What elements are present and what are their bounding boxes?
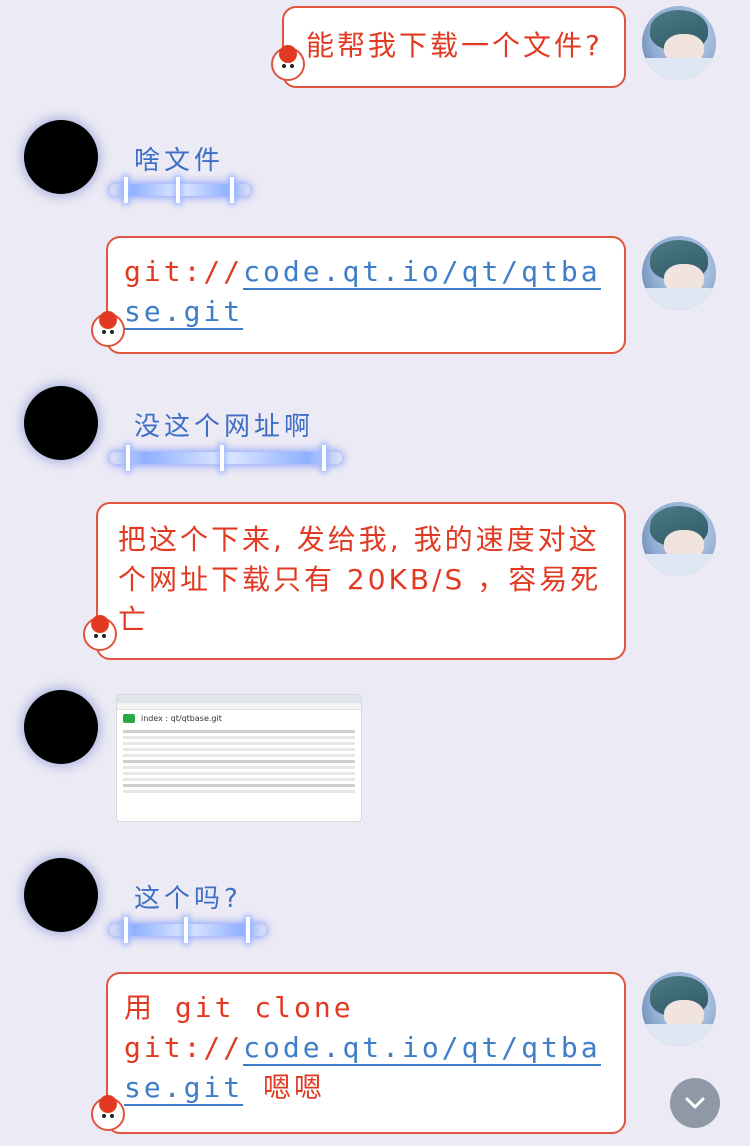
address-bar: [117, 703, 361, 710]
image-row: [123, 730, 355, 733]
contact-avatar[interactable]: [24, 386, 98, 460]
sparkle-underline: [110, 445, 342, 471]
contact-avatar[interactable]: [24, 858, 98, 932]
message-suffix: 嗯嗯: [243, 1071, 326, 1104]
chevron-down-icon: [685, 1097, 705, 1109]
message-line: git://code.qt.io/qt/qtbase.git 嗯嗯: [124, 1028, 614, 1108]
git-prefix: git://: [124, 1031, 244, 1064]
image-title: index : qt/qtbase.git: [141, 714, 222, 723]
message-text-3: git://code.qt.io/qt/qtbase.git: [124, 252, 614, 332]
message-text-4: 没这个网址啊: [134, 412, 315, 442]
message-text-7: 这个吗?: [134, 884, 242, 914]
message-bubble-3[interactable]: git://code.qt.io/qt/qtbase.git: [106, 236, 626, 354]
message-bubble-8[interactable]: 用 git clone git://code.qt.io/qt/qtbase.g…: [106, 972, 626, 1134]
git-prefix: git://: [124, 255, 244, 288]
image-row: [123, 784, 355, 787]
screenshot-image[interactable]: index : qt/qtbase.git: [116, 694, 362, 822]
penguin-deco-icon: [91, 311, 125, 347]
image-row: [123, 772, 355, 775]
contact-avatar[interactable]: [24, 690, 98, 764]
message-line: 用 git clone: [124, 991, 354, 1024]
penguin-deco-icon: [83, 615, 117, 651]
penguin-deco-icon: [91, 1095, 125, 1131]
contact-avatar[interactable]: [24, 120, 98, 194]
image-row: [123, 742, 355, 745]
my-avatar[interactable]: [642, 6, 716, 80]
message-text-8: 用 git clone git://code.qt.io/qt/qtbase.g…: [124, 988, 614, 1108]
message-text-5: 把这个下来, 发给我, 我的速度对这 个网址下载只有 20KB/S ，容易死 亡: [118, 520, 618, 640]
sparkle-underline: [110, 177, 250, 203]
browser-tabs: [117, 695, 361, 703]
my-avatar[interactable]: [642, 502, 716, 576]
image-row: [123, 760, 355, 763]
avatar-arm: [642, 1024, 716, 1046]
image-row: [123, 736, 355, 739]
message-line: 亡: [118, 603, 150, 636]
avatar-arm: [642, 554, 716, 576]
my-avatar[interactable]: [642, 236, 716, 310]
avatar-arm: [642, 288, 716, 310]
my-avatar[interactable]: [642, 972, 716, 1046]
penguin-deco-icon: [271, 45, 305, 81]
message-text-1: 能帮我下载一个文件?: [306, 29, 603, 62]
message-text-2: 啥文件: [134, 146, 225, 176]
message-line: 个网址下载只有 20KB/S ，容易死: [118, 563, 602, 596]
image-row: [123, 748, 355, 751]
image-row: [123, 754, 355, 757]
git-logo-icon: [123, 714, 135, 723]
image-row: [123, 766, 355, 769]
message-bubble-5[interactable]: 把这个下来, 发给我, 我的速度对这 个网址下载只有 20KB/S ，容易死 亡: [96, 502, 626, 660]
message-line: 把这个下来, 发给我, 我的速度对这: [118, 523, 600, 556]
image-row: [123, 790, 355, 793]
avatar-arm: [642, 58, 716, 80]
sparkle-underline: [110, 917, 266, 943]
message-bubble-1[interactable]: 能帮我下载一个文件?: [282, 6, 626, 88]
image-row: [123, 778, 355, 781]
scroll-down-button[interactable]: [670, 1078, 720, 1128]
